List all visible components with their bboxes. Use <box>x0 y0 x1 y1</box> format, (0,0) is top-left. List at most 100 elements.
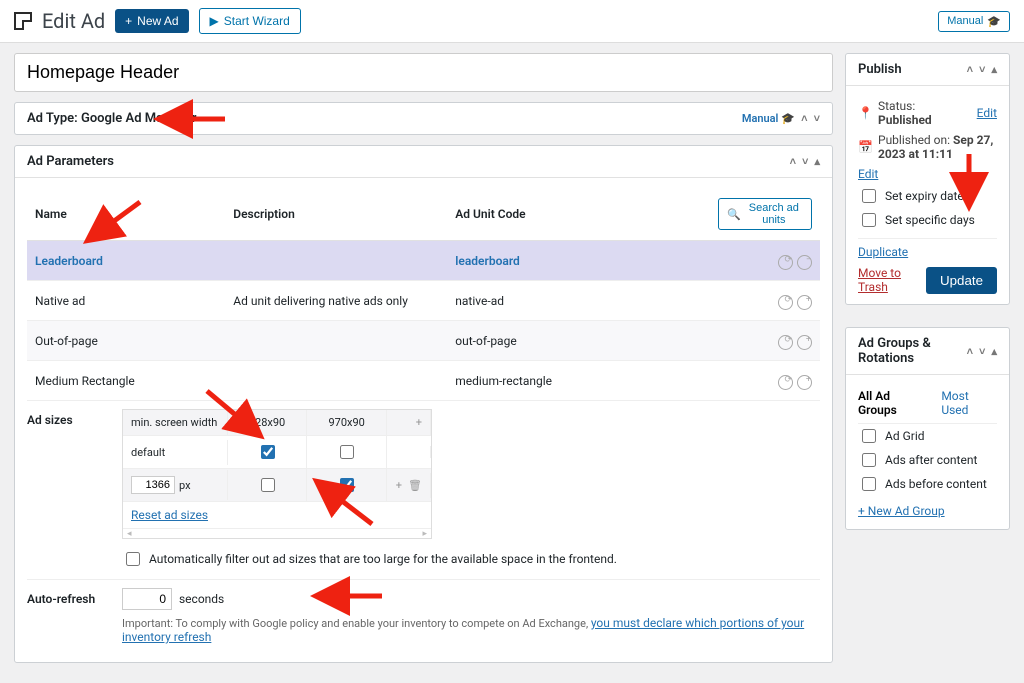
ad-groups-panel: Ad Groups & Rotations ˄ ˅ ▴ All Ad Group… <box>845 327 1010 530</box>
refresh-icon[interactable]: ⟳ <box>778 335 793 350</box>
delete-size-row-icon[interactable]: 🗑 <box>408 479 422 492</box>
group-checkbox[interactable] <box>862 453 876 467</box>
start-wizard-label: Start Wizard <box>224 14 290 28</box>
search-ad-units-label: Search ad units <box>745 202 803 226</box>
unit-code: medium-rectangle <box>447 361 710 401</box>
chevron-up-icon[interactable]: ˄ <box>790 155 796 168</box>
refresh-icon[interactable]: ⟳ <box>778 295 793 310</box>
refresh-icon[interactable]: ⟳ <box>778 375 793 390</box>
move-to-trash-link[interactable]: Move to Trash <box>858 266 926 294</box>
graduation-cap-icon: 🎓 <box>781 112 795 125</box>
auto-refresh-label: Auto-refresh <box>27 588 122 606</box>
chevron-up-icon[interactable]: ˄ <box>801 112 807 125</box>
start-wizard-button[interactable]: ▶ Start Wizard <box>199 8 301 34</box>
ad-sizes-label: Ad sizes <box>27 409 122 427</box>
new-ad-button[interactable]: + New Ad <box>115 9 188 33</box>
toggle-icon[interactable]: ▴ <box>991 63 997 76</box>
unit-name: Medium Rectangle <box>27 361 225 401</box>
horizontal-scrollbar[interactable]: ◂▸ <box>123 528 431 538</box>
unit-desc <box>225 361 447 401</box>
chevron-down-icon[interactable]: ˅ <box>802 155 808 168</box>
px-label: px <box>179 479 191 492</box>
sizes-row-default-label: default <box>123 440 228 465</box>
graduation-cap-icon: 🎓 <box>987 15 1001 28</box>
pin-icon: 📍 <box>858 106 872 120</box>
unit-name: Native ad <box>27 281 225 321</box>
auto-refresh-hint: Important: To comply with Google policy … <box>122 617 591 630</box>
play-icon: ▶ <box>210 14 219 28</box>
toggle-icon[interactable]: ▴ <box>991 345 997 358</box>
page-title: Edit Ad <box>42 9 105 33</box>
seconds-label: seconds <box>179 592 224 606</box>
table-row[interactable]: Native ad Ad unit delivering native ads … <box>27 281 820 321</box>
edit-date-link[interactable]: Edit <box>858 167 878 181</box>
minus-icon[interactable]: − <box>797 255 812 270</box>
update-button[interactable]: Update <box>926 267 997 294</box>
chevron-down-icon[interactable]: ˅ <box>814 112 820 125</box>
refresh-icon[interactable]: ⟳ <box>778 255 793 270</box>
search-ad-units-button[interactable]: 🔍 Search ad units <box>718 198 812 230</box>
toggle-icon[interactable]: ▴ <box>814 155 820 168</box>
manual-text: Manual <box>742 112 779 125</box>
status-text: Status: Published <box>878 99 967 127</box>
group-label: Ads after content <box>885 453 977 467</box>
ad-parameters-heading: Ad Parameters <box>27 154 114 169</box>
size-check-default-728[interactable] <box>261 445 275 459</box>
specific-days-checkbox[interactable] <box>862 213 876 227</box>
add-size-row-icon[interactable]: + <box>396 479 402 492</box>
chevron-up-icon[interactable]: ˄ <box>967 345 973 358</box>
ad-parameters-panel: Ad Parameters ˄ ˅ ▴ Name Description Ad … <box>14 145 833 663</box>
unit-name: Leaderboard <box>27 241 225 281</box>
tab-most-used[interactable]: Most Used <box>941 389 997 417</box>
plus-icon: + <box>125 14 132 28</box>
sizes-header-970: 970x90 <box>307 410 387 435</box>
size-check-1366-728[interactable] <box>261 478 275 492</box>
ad-title-input[interactable] <box>14 53 833 92</box>
manual-button-top[interactable]: Manual 🎓 <box>938 11 1010 32</box>
group-label: Ad Grid <box>885 429 925 443</box>
new-ad-label: New Ad <box>137 14 178 28</box>
chevron-up-icon[interactable]: ˄ <box>967 63 973 76</box>
tab-all-groups[interactable]: All Ad Groups <box>858 389 929 417</box>
sizes-header-728: 728x90 <box>228 410 308 435</box>
unit-code: native-ad <box>447 281 710 321</box>
sizes-header-width: min. screen width <box>123 410 228 435</box>
ad-groups-heading: Ad Groups & Rotations <box>858 336 967 366</box>
manual-link-adtype[interactable]: Manual 🎓 <box>742 112 795 125</box>
auto-filter-sizes-checkbox[interactable] <box>126 552 140 566</box>
plus-icon[interactable]: + <box>797 295 812 310</box>
chevron-left-icon: ◂ <box>127 529 132 538</box>
group-checkbox[interactable] <box>862 429 876 443</box>
group-checkbox[interactable] <box>862 477 876 491</box>
app-logo <box>14 12 32 30</box>
chevron-down-icon[interactable]: ˅ <box>979 63 985 76</box>
size-check-1366-970[interactable] <box>340 478 354 492</box>
published-on-text: Published on: Sep 27, 2023 at 11:11 <box>878 133 997 161</box>
plus-icon[interactable]: + <box>797 375 812 390</box>
reset-ad-sizes-link[interactable]: Reset ad sizes <box>131 508 208 522</box>
size-check-default-970[interactable] <box>340 445 354 459</box>
unit-code: leaderboard <box>447 241 710 281</box>
add-ad-group-link[interactable]: + New Ad Group <box>858 504 945 518</box>
search-icon: 🔍 <box>727 208 741 221</box>
manual-label: Manual <box>947 15 983 27</box>
table-row[interactable]: Medium Rectangle medium-rectangle ⟳ + <box>27 361 820 401</box>
breakpoint-width-input[interactable] <box>131 476 175 494</box>
publish-heading: Publish <box>858 62 902 77</box>
chevron-down-icon[interactable]: ˅ <box>979 345 985 358</box>
plus-icon[interactable]: + <box>797 335 812 350</box>
table-row[interactable]: Out-of-page out-of-page ⟳+ <box>27 321 820 361</box>
edit-status-link[interactable]: Edit <box>977 106 997 120</box>
col-code: Ad Unit Code <box>447 188 710 241</box>
ad-units-table: Name Description Ad Unit Code 🔍 Search a… <box>27 188 820 401</box>
col-description: Description <box>225 188 447 241</box>
auto-refresh-input[interactable] <box>122 588 172 610</box>
add-size-column-icon[interactable]: + <box>416 416 422 429</box>
unit-desc <box>225 241 447 281</box>
ad-type-panel: Ad Type: Google Ad Manager Manual 🎓 ˄ ˅ <box>14 102 833 135</box>
chevron-right-icon: ▸ <box>422 529 427 538</box>
duplicate-link[interactable]: Duplicate <box>858 245 908 259</box>
expiry-label: Set expiry date <box>885 189 964 203</box>
expiry-checkbox[interactable] <box>862 189 876 203</box>
table-row[interactable]: Leaderboard leaderboard ⟳− <box>27 241 820 281</box>
